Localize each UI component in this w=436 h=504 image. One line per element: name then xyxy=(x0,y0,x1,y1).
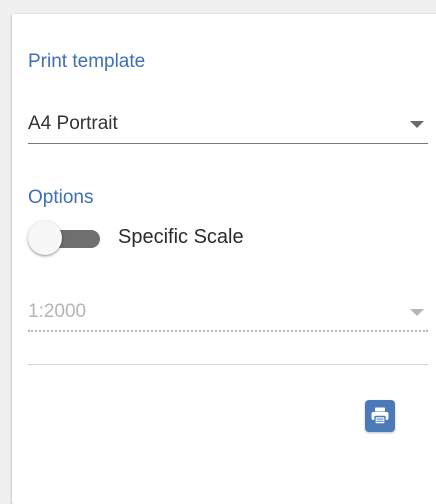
specific-scale-label: Specific Scale xyxy=(118,226,244,248)
divider xyxy=(28,364,428,365)
scale-select: 1:2000 xyxy=(28,292,428,332)
printer-icon xyxy=(371,407,389,425)
caret-down-icon xyxy=(410,309,424,316)
print-template-select[interactable]: A4 Portrait xyxy=(28,104,428,144)
print-template-label: Print template xyxy=(28,51,146,72)
options-label: Options xyxy=(28,187,94,208)
caret-down-icon xyxy=(410,121,424,128)
scale-value: 1:2000 xyxy=(28,301,87,322)
print-button[interactable] xyxy=(365,400,395,432)
toggle-thumb xyxy=(28,221,62,255)
specific-scale-row: Specific Scale xyxy=(28,220,428,256)
print-panel: Print template A4 Portrait Options Speci… xyxy=(12,14,436,504)
specific-scale-toggle[interactable] xyxy=(28,220,104,256)
print-template-value: A4 Portrait xyxy=(28,113,118,134)
